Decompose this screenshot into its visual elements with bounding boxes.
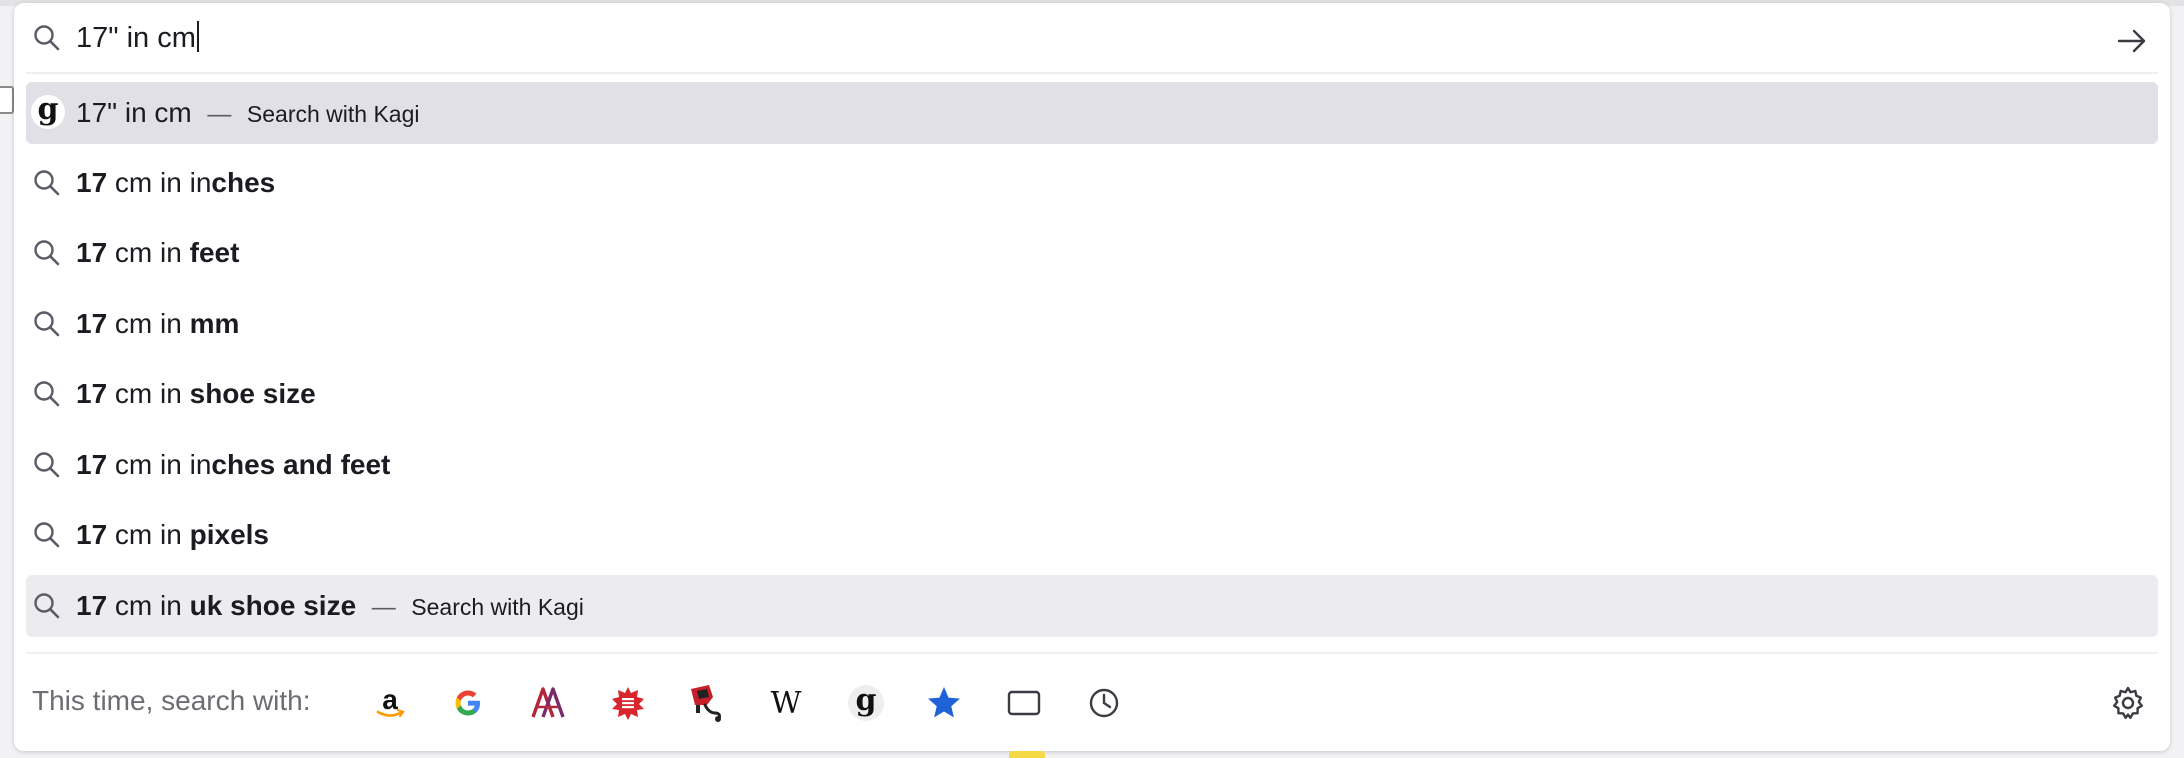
result-query: cm in	[107, 378, 190, 409]
search-icon	[34, 522, 60, 548]
search-icon	[34, 240, 60, 266]
page-edge-icon	[0, 86, 14, 114]
red-mascot-icon[interactable]	[686, 683, 726, 723]
arch-wiki-icon[interactable]	[528, 683, 568, 723]
result-row-kagi-search[interactable]: g 17" in cm — Search with Kagi	[26, 82, 2158, 144]
result-completion: shoe size	[189, 378, 316, 409]
history-clock-icon[interactable]	[1084, 683, 1124, 723]
kagi-icon[interactable]: g	[846, 683, 886, 723]
wikipedia-icon[interactable]: W	[766, 683, 806, 723]
google-icon[interactable]	[448, 683, 488, 723]
result-action-label: Search with Kagi	[411, 594, 584, 620]
search-icon	[34, 452, 60, 478]
divider	[26, 652, 2158, 654]
result-prefix: 17	[76, 449, 108, 480]
result-query: cm in	[107, 590, 190, 621]
result-query: cm in in	[107, 167, 212, 198]
result-prefix: 17	[76, 590, 108, 621]
result-query: cm in in	[107, 449, 212, 480]
red-engine-icon[interactable]	[608, 683, 648, 723]
bookmarks-star-icon[interactable]	[924, 683, 964, 723]
amazon-icon[interactable]: a	[370, 683, 410, 723]
result-title: 17 cm in inches and feet	[76, 434, 390, 496]
result-query: cm in	[107, 519, 190, 550]
result-query: cm in	[107, 237, 190, 268]
one-off-search-bar: This time, search with: a W g	[14, 655, 2170, 751]
result-query: 17" in cm	[76, 97, 192, 128]
one-off-label: This time, search with:	[32, 685, 311, 716]
gear-icon[interactable]	[2110, 685, 2146, 721]
suggestion-row[interactable]: 17 cm in pixels	[26, 504, 2158, 566]
result-prefix: 17	[76, 519, 108, 550]
result-prefix: 17	[76, 167, 108, 198]
search-icon	[34, 25, 60, 51]
suggestion-row[interactable]: 17 cm in uk shoe size — Search with Kagi	[26, 575, 2158, 637]
result-title: 17 cm in inches	[76, 152, 275, 214]
result-completion: ches	[211, 167, 276, 198]
search-icon	[34, 381, 60, 407]
search-icon	[34, 593, 60, 619]
result-prefix: 17	[76, 308, 108, 339]
result-completion: mm	[189, 308, 240, 339]
urlbar-dropdown: 17" in cm g 17" in cm — Search with Kagi 1…	[14, 3, 2170, 751]
result-title: 17 cm in uk shoe size — Search with Kagi	[76, 575, 584, 637]
divider	[26, 72, 2158, 74]
suggestion-row[interactable]: 17 cm in feet	[26, 222, 2158, 284]
result-title: 17" in cm — Search with Kagi	[76, 82, 419, 144]
status-indicator	[1009, 751, 1045, 758]
suggestion-row[interactable]: 17 cm in shoe size	[26, 363, 2158, 425]
suggestion-row[interactable]: 17 cm in inches	[26, 152, 2158, 214]
result-separator: —	[371, 594, 396, 621]
suggestion-row[interactable]: 17 cm in inches and feet	[26, 434, 2158, 496]
result-title: 17 cm in feet	[76, 222, 239, 284]
tabs-icon[interactable]	[1004, 683, 1044, 723]
address-bar[interactable]: 17" in cm	[14, 3, 2170, 73]
result-title: 17 cm in mm	[76, 293, 239, 355]
text-caret	[196, 21, 199, 52]
result-title: 17 cm in shoe size	[76, 363, 316, 425]
result-completion: pixels	[189, 519, 270, 550]
result-completion: ches and feet	[211, 449, 391, 480]
result-title: 17 cm in pixels	[76, 504, 269, 566]
search-icon	[34, 311, 60, 337]
result-query: cm in	[107, 308, 190, 339]
svg-text:a: a	[382, 685, 398, 715]
result-prefix: 17	[76, 237, 108, 268]
address-input[interactable]: 17" in cm	[76, 21, 199, 55]
result-action-label: Search with Kagi	[246, 101, 420, 127]
suggestion-row[interactable]: 17 cm in mm	[26, 293, 2158, 355]
result-prefix: 17	[76, 378, 108, 409]
address-input-value: 17" in cm	[76, 22, 196, 54]
kagi-icon: g	[31, 95, 65, 129]
result-completion: feet	[189, 237, 240, 268]
result-separator: —	[207, 101, 232, 128]
arrow-right-icon[interactable]	[2114, 23, 2150, 59]
search-icon	[34, 170, 60, 196]
result-completion: uk shoe size	[189, 590, 357, 621]
